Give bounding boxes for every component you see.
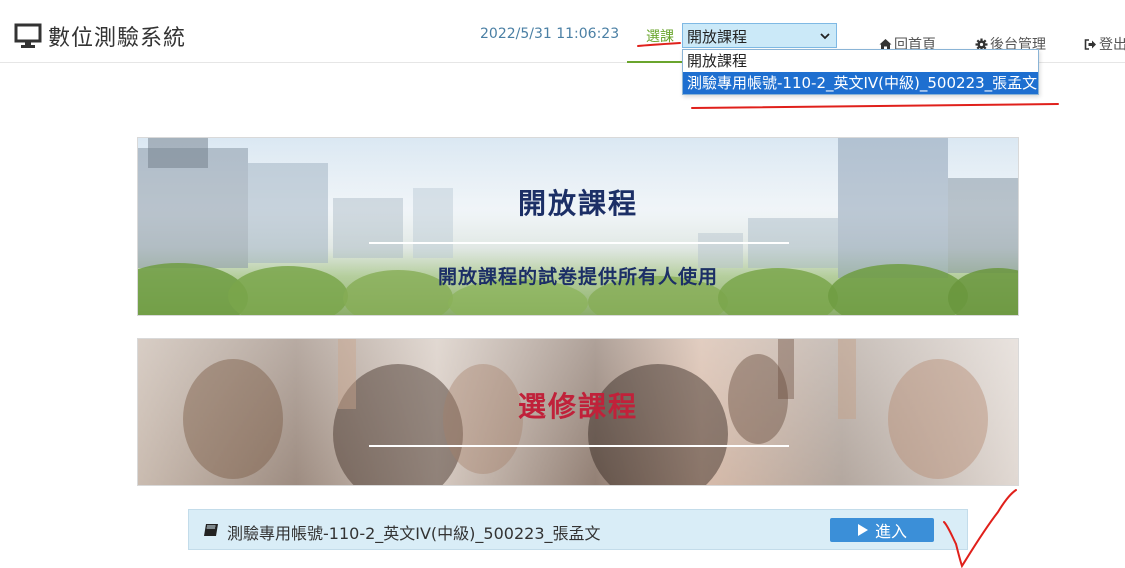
chevron-down-icon	[820, 33, 830, 40]
open-course-divider	[369, 242, 789, 244]
open-course-banner[interactable]: 開放課程 開放課程的試卷提供所有人使用	[137, 137, 1019, 316]
open-course-subtitle: 開放課程的試卷提供所有人使用	[437, 266, 718, 288]
annotation-underline-option	[691, 103, 1059, 109]
course-option-highlighted[interactable]: 測驗專用帳號-110-2_英文IV(中級)_500223_張孟文	[683, 72, 1038, 94]
course-list-item: 測驗專用帳號-110-2_英文IV(中級)_500223_張孟文 進入	[188, 509, 968, 550]
course-dropdown-list: 開放課程 測驗專用帳號-110-2_英文IV(中級)_500223_張孟文	[682, 49, 1039, 95]
course-option[interactable]: 開放課程	[683, 50, 1038, 72]
elective-course-banner[interactable]: 選修課程	[137, 338, 1019, 486]
elective-course-divider	[369, 445, 789, 447]
city-background-image	[138, 138, 1018, 315]
current-datetime: 2022/5/31 11:06:23	[480, 26, 620, 42]
nav-logout-link[interactable]: 登出	[1084, 34, 1125, 54]
course-name: 測驗專用帳號-110-2_英文IV(中級)_500223_張孟文	[227, 524, 601, 543]
sign-out-icon	[1084, 38, 1096, 50]
course-select-label[interactable]: 選課	[646, 26, 674, 46]
enter-button-label: 進入	[874, 522, 907, 541]
app-title: 數位測驗系統	[48, 26, 187, 51]
nav-logout-label: 登出	[1099, 37, 1125, 53]
play-icon	[857, 524, 868, 536]
course-select-value: 開放課程	[687, 28, 748, 46]
active-tab-underline	[627, 61, 683, 63]
elective-course-title: 選修課程	[517, 390, 638, 423]
monitor-icon	[14, 23, 42, 48]
course-select[interactable]: 開放課程	[682, 23, 837, 48]
app-logo[interactable]: 數位測驗系統	[14, 20, 186, 52]
enter-button[interactable]: 進入	[830, 518, 934, 542]
book-icon	[204, 524, 218, 536]
open-course-title: 開放課程	[517, 187, 638, 220]
